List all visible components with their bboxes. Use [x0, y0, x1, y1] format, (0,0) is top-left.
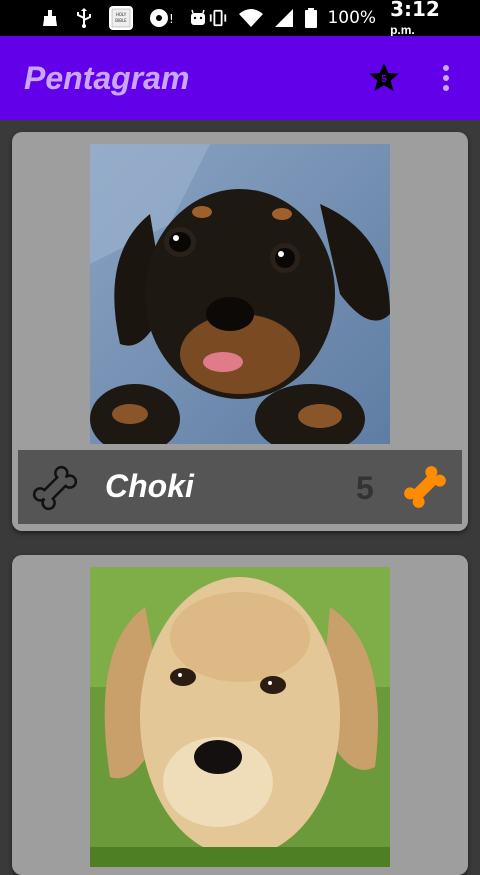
usb-icon — [74, 8, 94, 28]
svg-text:BIBLE: BIBLE — [115, 18, 127, 23]
battery-percent: 100% — [327, 8, 377, 28]
dog-name: Choki — [105, 468, 194, 504]
svg-text:!: ! — [169, 12, 173, 26]
svg-text:HOLY: HOLY — [116, 12, 127, 17]
bone-count: 5 — [356, 470, 374, 506]
dog-photo[interactable] — [90, 144, 390, 444]
disc-icon: ! — [148, 8, 174, 28]
dog-info-bar: Choki 5 — [18, 450, 462, 524]
overflow-menu-button[interactable] — [434, 58, 458, 98]
status-bar: HOLYBIBLE ! 100% 3:12 p.m. — [0, 0, 480, 39]
battery-icon — [304, 8, 317, 28]
dog-card[interactable] — [12, 555, 468, 875]
vibrate-icon — [208, 8, 228, 28]
clock-time: 3:12 — [390, 0, 440, 21]
bible-app-icon: HOLY BIBLE — [108, 6, 134, 30]
bone-filled-icon[interactable] — [400, 462, 450, 512]
dog-card[interactable]: Choki 5 — [12, 132, 468, 531]
android-icon — [188, 8, 208, 28]
signal-icon — [274, 8, 294, 28]
cleaner-icon — [40, 8, 60, 28]
star-badge: 5 — [381, 74, 387, 85]
bone-outline-icon[interactable] — [30, 463, 80, 513]
dog-photo[interactable] — [90, 567, 390, 867]
clock-ampm: p.m. — [390, 23, 415, 37]
wifi-icon — [238, 8, 264, 28]
app-title: Pentagram — [24, 59, 190, 96]
clock: 3:12 p.m. — [390, 0, 466, 39]
favorites-button[interactable]: 5 — [364, 58, 404, 98]
app-bar: Pentagram 5 — [0, 36, 480, 120]
more-vert-icon — [443, 65, 449, 91]
star-icon: 5 — [369, 63, 399, 91]
